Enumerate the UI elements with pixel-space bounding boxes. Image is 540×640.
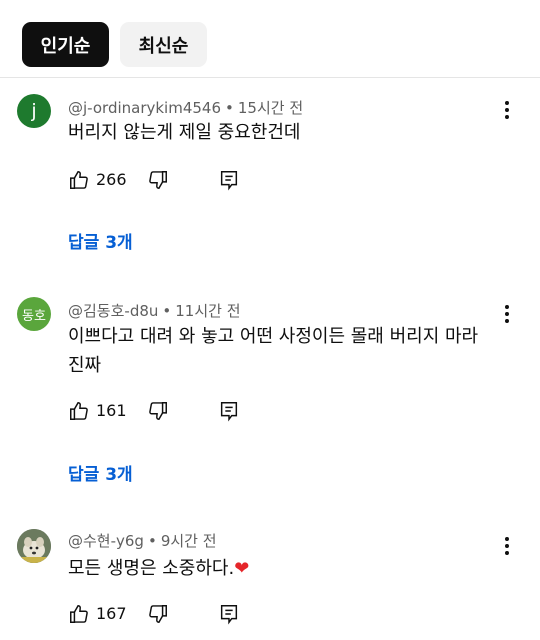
comment-author[interactable]: @김동호-d8u bbox=[68, 302, 158, 320]
thumb-up-icon bbox=[70, 402, 88, 420]
avatar[interactable]: 동호 bbox=[17, 297, 51, 331]
comment-time: 9시간 전 bbox=[160, 532, 217, 550]
avatar-initial: 동호 bbox=[22, 308, 46, 324]
like-button[interactable] bbox=[68, 601, 90, 627]
dislike-button[interactable] bbox=[147, 167, 169, 193]
comment-meta: @j-ordinarykim4546 • 15시간 전 bbox=[68, 99, 304, 117]
like-count: 167 bbox=[96, 604, 127, 623]
comment-reply-icon bbox=[220, 171, 238, 191]
comment-text-body: 모든 생명은 소중하다. bbox=[68, 558, 235, 579]
comment-actions: 167 bbox=[68, 601, 268, 627]
comment-time: 11시간 전 bbox=[175, 302, 241, 320]
thumb-up-icon bbox=[70, 171, 88, 189]
like-count: 161 bbox=[96, 401, 127, 420]
comment-text: 이쁘다고 대려 와 놓고 어떤 사정이든 몰래 버리지 마라 진짜 bbox=[68, 326, 479, 376]
comment-actions: 266 bbox=[68, 167, 268, 193]
comment-text: 모든 생명은 소중하다.❤ bbox=[68, 554, 508, 583]
comment-text: 버리지 않는게 제일 중요한건데 bbox=[68, 122, 301, 143]
more-vertical-icon bbox=[505, 305, 509, 309]
comment-author[interactable]: @수현-y6g bbox=[68, 532, 144, 550]
sort-popular-chip[interactable]: 인기순 bbox=[22, 22, 109, 67]
avatar[interactable]: j bbox=[17, 94, 51, 128]
avatar-photo bbox=[17, 529, 51, 563]
comment-reply-icon bbox=[220, 402, 238, 422]
thumb-up-icon bbox=[70, 605, 88, 623]
dislike-button[interactable] bbox=[147, 601, 169, 627]
dislike-button[interactable] bbox=[147, 398, 169, 424]
view-replies-link[interactable]: 답글 3개 bbox=[68, 228, 133, 253]
comment-actions: 161 bbox=[68, 398, 268, 424]
thumb-down-icon bbox=[149, 171, 167, 189]
view-replies-link[interactable]: 답글 3개 bbox=[68, 460, 133, 485]
sort-tabs: 인기순 최신순 bbox=[0, 0, 540, 78]
sort-newest-chip[interactable]: 최신순 bbox=[120, 22, 207, 67]
more-vertical-icon bbox=[505, 537, 509, 541]
reply-button[interactable] bbox=[218, 601, 240, 627]
reply-button[interactable] bbox=[218, 398, 240, 424]
like-count: 266 bbox=[96, 170, 127, 189]
like-button[interactable] bbox=[68, 398, 90, 424]
avatar[interactable] bbox=[17, 529, 51, 563]
more-vertical-icon bbox=[505, 101, 509, 105]
thumb-down-icon bbox=[149, 605, 167, 623]
comment-reply-icon bbox=[220, 605, 238, 625]
thumb-down-icon bbox=[149, 402, 167, 420]
avatar-initial: j bbox=[31, 100, 37, 122]
like-button[interactable] bbox=[68, 167, 90, 193]
comment-author[interactable]: @j-ordinarykim4546 bbox=[68, 99, 221, 117]
comment-meta: @김동호-d8u • 11시간 전 bbox=[68, 302, 241, 320]
comment-time: 15시간 전 bbox=[237, 99, 304, 117]
reply-button[interactable] bbox=[218, 167, 240, 193]
heart-emoji: ❤ bbox=[234, 558, 250, 579]
comment-meta: @수현-y6g • 9시간 전 bbox=[68, 532, 217, 550]
